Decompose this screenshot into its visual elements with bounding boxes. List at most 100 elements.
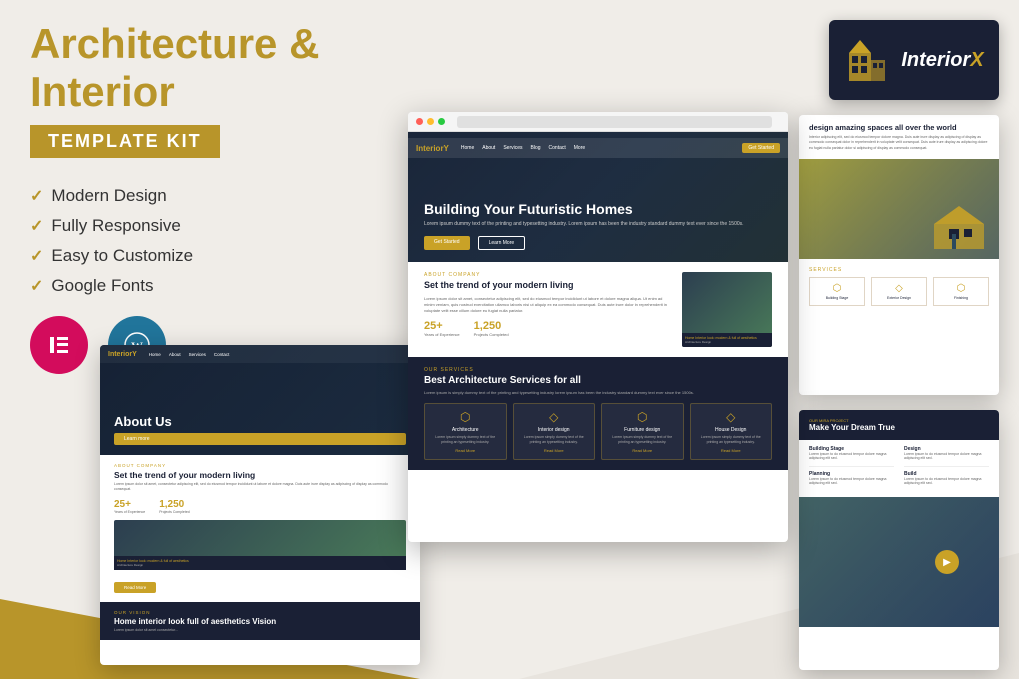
service-name-4: House Design xyxy=(697,427,766,433)
lp-about: ABOUT COMPANY Set the trend of your mode… xyxy=(100,455,420,602)
main-title: Architecture & Interior xyxy=(30,20,410,117)
lp-vision: OUR VISION Home interior look full of ae… xyxy=(100,602,420,640)
rbp-image-overlay xyxy=(799,497,999,627)
rp-image xyxy=(799,159,999,259)
rbp-item-build: Build Lorem ipsum to do eiusmod tempor d… xyxy=(904,471,989,485)
lp-nav-home: Home xyxy=(149,352,161,357)
rp-title: design amazing spaces all over the world xyxy=(809,123,989,132)
checkmark-icon-4: ✓ xyxy=(30,276,43,296)
building-stage-icon: ⬡ xyxy=(813,283,861,294)
rbp-item-planning-info: Planning Lorem ipsum to do eiusmod tempo… xyxy=(809,471,894,485)
lp-stat-1-num: 25+ xyxy=(114,499,145,510)
feature-item-4: ✓ Google Fonts xyxy=(30,276,410,296)
about-image-overlay: Home Interior look: modern & full of aes… xyxy=(682,333,772,347)
rbp-play-button[interactable]: ▶ xyxy=(935,550,959,574)
service-card-4: ◇ House Design Lorem ipsum simply dummy … xyxy=(690,403,773,460)
rp-desc: Interior adipiscing elit, sed do eiusmod… xyxy=(809,135,989,151)
hero-primary-button: Get Started xyxy=(424,236,470,250)
lp-about-desc: Lorem ipsum dolor sit amet, consectetur … xyxy=(114,482,406,493)
nav-cta-button: Get Started xyxy=(742,143,780,153)
nav-item-more: More xyxy=(574,145,585,151)
left-secondary-preview: InteriorY Home About Services Contact Ab… xyxy=(100,345,420,665)
rp-service-exterior-name: Exterior Design xyxy=(875,296,923,300)
finishing-icon: ⬡ xyxy=(937,283,985,294)
hero-secondary-button: Learn More xyxy=(478,236,526,250)
about-overlay-subtext: Architecture Design xyxy=(685,340,769,344)
rbp-item-design-info: Design Lorem ipsum to do eiusmod tempor … xyxy=(904,446,989,460)
stat-1: 25+ Years of Experience xyxy=(424,320,460,337)
furniture-icon: ⬡ xyxy=(608,410,677,424)
rbp-image: ▶ xyxy=(799,497,999,627)
services-subtitle: Lorem ipsum is simply dummy text of the … xyxy=(424,390,772,395)
left-preview-hero: InteriorY Home About Services Contact Ab… xyxy=(100,345,420,455)
rbp-divider-1 xyxy=(809,466,894,467)
rp-text-section: design amazing spaces all over the world… xyxy=(799,115,999,159)
lp-about-tag: ABOUT COMPANY xyxy=(114,463,406,468)
feature-label-2: Fully Responsive xyxy=(51,216,180,236)
lp-nav: InteriorY Home About Services Contact xyxy=(100,345,420,363)
exterior-design-icon: ◇ xyxy=(875,283,923,294)
lp-about-title: Set the trend of your modern living xyxy=(114,470,406,480)
rbp-left-items: Building Stage Lorem ipsum to do eiusmod… xyxy=(809,446,894,491)
rp-service-finishing: ⬡ Finishing xyxy=(933,277,989,306)
browser-url-bar xyxy=(457,116,772,128)
hero-buttons: Get Started Learn More xyxy=(424,236,772,250)
rp-service-building: ⬡ Building Stage xyxy=(809,277,865,306)
nav-logo: InteriorY xyxy=(416,144,449,153)
about-stats: 25+ Years of Experience 1,250 Projects C… xyxy=(424,320,672,337)
rbp-title: Make Your Dream True xyxy=(809,423,989,432)
about-tag: ABOUT COMPANY xyxy=(424,272,672,278)
rbp-item-building-desc: Lorem ipsum to do eiusmod tempor dolore … xyxy=(809,452,894,460)
feature-label-1: Modern Design xyxy=(51,186,166,206)
hero-title: Building Your Futuristic Homes xyxy=(424,201,772,217)
service-card-3: ⬡ Furniture design Lorem ipsum simply du… xyxy=(601,403,684,460)
hero-nav: InteriorY Home About Services Blog Conta… xyxy=(408,138,788,158)
read-more-1: Read More xyxy=(431,448,500,453)
feature-label-4: Google Fonts xyxy=(51,276,153,296)
rbp-divider-2 xyxy=(904,466,989,467)
lp-hero-title: About Us xyxy=(114,414,406,429)
lp-stat-2-num: 1,250 xyxy=(159,499,190,510)
lp-stat-2: 1,250 Projects Completed xyxy=(159,499,190,514)
brand-name: InteriorX xyxy=(901,49,983,72)
nav-links: Home About Services Blog Contact More xyxy=(461,145,585,151)
lp-vision-desc: Lorem ipsum dolor sit amet consectetur..… xyxy=(114,628,406,632)
rp-service-finishing-name: Finishing xyxy=(937,296,985,300)
lp-nav-contact: Contact xyxy=(214,352,230,357)
service-name-2: Interior design xyxy=(520,427,589,433)
services-title: Best Architecture Services for all xyxy=(424,375,772,386)
checkmark-icon-2: ✓ xyxy=(30,216,43,236)
nav-item-contact: Contact xyxy=(549,145,566,151)
lp-vision-tag: OUR VISION xyxy=(114,610,406,615)
right-preview-card: design amazing spaces all over the world… xyxy=(799,115,999,395)
rbp-item-building-info: Building Stage Lorem ipsum to do eiusmod… xyxy=(809,446,894,460)
services-section: OUR SERVICES Best Architecture Services … xyxy=(408,357,788,470)
rp-services: SERVICES ⬡ Building Stage ◇ Exterior Des… xyxy=(799,259,999,314)
nav-item-home: Home xyxy=(461,145,474,151)
right-bottom-preview: OUR MIRA PROJECT Make Your Dream True Bu… xyxy=(799,410,999,670)
feature-item-1: ✓ Modern Design xyxy=(30,186,410,206)
nav-item-about: About xyxy=(482,145,495,151)
lp-vision-title: Home interior look full of aesthetics Vi… xyxy=(114,617,406,626)
rp-service-exterior: ◇ Exterior Design xyxy=(871,277,927,306)
services-tag: OUR SERVICES xyxy=(424,367,772,373)
rbp-item-planning: Planning Lorem ipsum to do eiusmod tempo… xyxy=(809,471,894,485)
building-icon xyxy=(844,38,889,83)
rbp-item-design-desc: Lorem ipsum to do eiusmod tempor dolore … xyxy=(904,452,989,460)
lp-nav-services: Services xyxy=(189,352,206,357)
lp-hero-btn: Learn more xyxy=(114,433,406,445)
about-desc: Lorem ipsum dolor sit amet, consectetur … xyxy=(424,296,672,314)
browser-maximize-dot xyxy=(438,118,445,125)
feature-item-3: ✓ Easy to Customize xyxy=(30,246,410,266)
house-illustration xyxy=(929,204,989,249)
brand-x: X xyxy=(970,49,983,71)
lp-overlay-sub: Architecture Design xyxy=(117,563,403,567)
rbp-header: OUR MIRA PROJECT Make Your Dream True xyxy=(799,410,999,440)
about-title: Set the trend of your modern living xyxy=(424,280,672,292)
stat-2: 1,250 Projects Completed xyxy=(474,320,509,337)
service-name-3: Furniture design xyxy=(608,427,677,433)
service-desc-1: Lorem ipsum simply dummy text of the pri… xyxy=(431,435,500,445)
rbp-content: Building Stage Lorem ipsum to do eiusmod… xyxy=(799,440,999,497)
stat-1-num: 25+ xyxy=(424,320,460,332)
checkmark-icon-3: ✓ xyxy=(30,246,43,266)
